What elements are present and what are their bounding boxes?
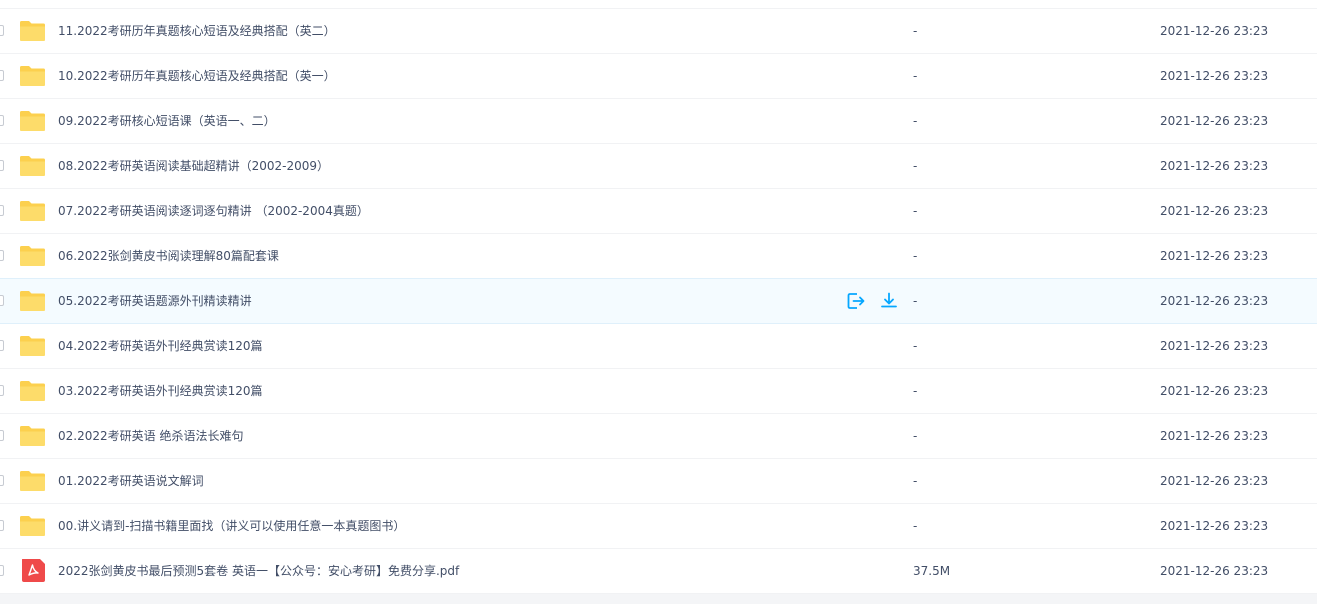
- file-modified-time: 2021-12-26 23:23: [1160, 294, 1269, 308]
- row-checkbox[interactable]: [0, 520, 4, 531]
- file-size: -: [913, 159, 918, 173]
- file-modified-time: 2021-12-26 23:23: [1160, 69, 1269, 83]
- file-name[interactable]: 11.2022考研历年真题核心短语及经典搭配（英二）: [58, 9, 336, 53]
- folder-icon: [19, 335, 46, 357]
- file-name[interactable]: 08.2022考研英语阅读基础超精讲（2002-2009）: [58, 144, 329, 188]
- pdf-file-icon: [20, 559, 47, 582]
- file-name[interactable]: 07.2022考研英语阅读逐词逐句精讲 （2002-2004真题）: [58, 189, 369, 233]
- file-rows: 11.2022考研历年真题核心短语及经典搭配（英二） - 2021-12-26 …: [0, 9, 1317, 594]
- folder-icon: [19, 380, 46, 402]
- file-size: -: [913, 249, 918, 263]
- file-modified-time: 2021-12-26 23:23: [1160, 384, 1269, 398]
- row-checkbox[interactable]: [0, 25, 4, 36]
- file-modified-time: 2021-12-26 23:23: [1160, 564, 1269, 578]
- file-size: -: [913, 114, 918, 128]
- file-modified-time: 2021-12-26 23:23: [1160, 429, 1269, 443]
- row-checkbox[interactable]: [0, 115, 4, 126]
- folder-icon: [19, 20, 46, 42]
- row-checkbox[interactable]: [0, 340, 4, 351]
- file-row[interactable]: 01.2022考研英语说文解词 - 2021-12-26 23:23: [0, 459, 1317, 504]
- file-list: 11.2022考研历年真题核心短语及经典搭配（英二） - 2021-12-26 …: [0, 0, 1317, 604]
- file-modified-time: 2021-12-26 23:23: [1160, 519, 1269, 533]
- file-row[interactable]: 05.2022考研英语题源外刊精读精讲 - 2021-12-26 23:23: [0, 278, 1317, 324]
- share-out-icon[interactable]: [846, 291, 866, 311]
- file-row[interactable]: 07.2022考研英语阅读逐词逐句精讲 （2002-2004真题） - 2021…: [0, 189, 1317, 234]
- file-modified-time: 2021-12-26 23:23: [1160, 204, 1269, 218]
- file-row[interactable]: 09.2022考研核心短语课（英语一、二） - 2021-12-26 23:23: [0, 99, 1317, 144]
- download-icon[interactable]: [879, 291, 899, 311]
- row-checkbox[interactable]: [0, 70, 4, 81]
- row-checkbox[interactable]: [0, 565, 4, 576]
- file-modified-time: 2021-12-26 23:23: [1160, 24, 1269, 38]
- file-name[interactable]: 04.2022考研英语外刊经典赏读120篇: [58, 324, 263, 368]
- file-modified-time: 2021-12-26 23:23: [1160, 339, 1269, 353]
- folder-icon: [19, 470, 46, 492]
- row-checkbox[interactable]: [0, 385, 4, 396]
- file-name[interactable]: 09.2022考研核心短语课（英语一、二）: [58, 99, 276, 143]
- file-row[interactable]: 2022张剑黄皮书最后预测5套卷 英语一【公众号：安心考研】免费分享.pdf 3…: [0, 549, 1317, 594]
- file-name[interactable]: 2022张剑黄皮书最后预测5套卷 英语一【公众号：安心考研】免费分享.pdf: [58, 549, 459, 593]
- file-row[interactable]: 02.2022考研英语 绝杀语法长难句 - 2021-12-26 23:23: [0, 414, 1317, 459]
- file-size: -: [913, 24, 918, 38]
- folder-icon: [19, 65, 46, 87]
- file-size: -: [913, 519, 918, 533]
- file-modified-time: 2021-12-26 23:23: [1160, 159, 1269, 173]
- file-row[interactable]: 00.讲义请到-扫描书籍里面找（讲义可以使用任意一本真题图书） - 2021-1…: [0, 504, 1317, 549]
- file-size: -: [913, 384, 918, 398]
- folder-icon: [19, 155, 46, 177]
- file-name[interactable]: 03.2022考研英语外刊经典赏读120篇: [58, 369, 263, 413]
- row-checkbox[interactable]: [0, 295, 4, 306]
- file-row[interactable]: 10.2022考研历年真题核心短语及经典搭配（英一） - 2021-12-26 …: [0, 54, 1317, 99]
- file-size: -: [913, 69, 918, 83]
- file-modified-time: 2021-12-26 23:23: [1160, 249, 1269, 263]
- file-name[interactable]: 10.2022考研历年真题核心短语及经典搭配（英一）: [58, 54, 336, 98]
- folder-icon: [19, 425, 46, 447]
- row-checkbox[interactable]: [0, 250, 4, 261]
- file-name[interactable]: 01.2022考研英语说文解词: [58, 459, 204, 503]
- file-size: -: [913, 294, 918, 308]
- file-size: -: [913, 429, 918, 443]
- file-name[interactable]: 02.2022考研英语 绝杀语法长难句: [58, 414, 243, 458]
- file-name[interactable]: 05.2022考研英语题源外刊精读精讲: [58, 279, 252, 323]
- file-row[interactable]: 03.2022考研英语外刊经典赏读120篇 - 2021-12-26 23:23: [0, 369, 1317, 414]
- file-size: 37.5M: [913, 564, 951, 578]
- folder-icon: [19, 290, 46, 312]
- file-size: -: [913, 474, 918, 488]
- file-name[interactable]: 00.讲义请到-扫描书籍里面找（讲义可以使用任意一本真题图书）: [58, 504, 405, 548]
- file-row[interactable]: 11.2022考研历年真题核心短语及经典搭配（英二） - 2021-12-26 …: [0, 9, 1317, 54]
- file-size: -: [913, 204, 918, 218]
- file-modified-time: 2021-12-26 23:23: [1160, 114, 1269, 128]
- file-size: -: [913, 339, 918, 353]
- file-modified-time: 2021-12-26 23:23: [1160, 474, 1269, 488]
- file-row[interactable]: 08.2022考研英语阅读基础超精讲（2002-2009） - 2021-12-…: [0, 144, 1317, 189]
- folder-icon: [19, 110, 46, 132]
- row-checkbox[interactable]: [0, 430, 4, 441]
- row-checkbox[interactable]: [0, 205, 4, 216]
- folder-icon: [19, 200, 46, 222]
- file-row[interactable]: 06.2022张剑黄皮书阅读理解80篇配套课 - 2021-12-26 23:2…: [0, 234, 1317, 279]
- file-name[interactable]: 06.2022张剑黄皮书阅读理解80篇配套课: [58, 234, 279, 278]
- bottom-bar: [0, 594, 1317, 604]
- file-row[interactable]: 04.2022考研英语外刊经典赏读120篇 - 2021-12-26 23:23: [0, 324, 1317, 369]
- folder-icon: [19, 515, 46, 537]
- row-checkbox[interactable]: [0, 160, 4, 171]
- folder-icon: [19, 245, 46, 267]
- row-checkbox[interactable]: [0, 475, 4, 486]
